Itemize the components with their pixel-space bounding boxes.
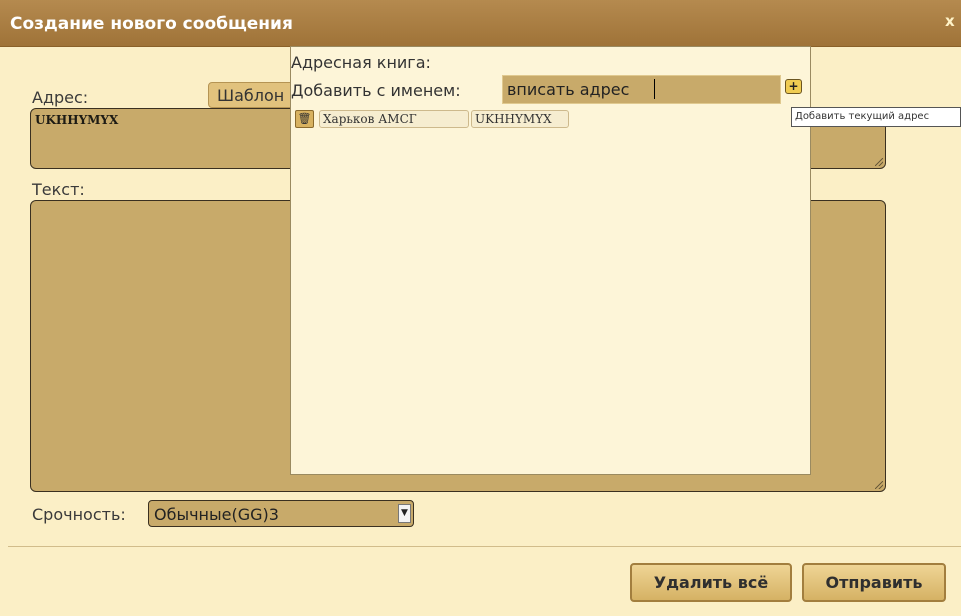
text-caret: [654, 79, 655, 99]
address-book-title: Адресная книга:: [291, 53, 431, 72]
contact-name-input-value: вписать адрес: [507, 80, 630, 99]
chevron-down-icon[interactable]: ▼: [398, 504, 411, 523]
address-field-value: UKHHYMYX: [35, 113, 119, 127]
text-label: Текст:: [32, 180, 85, 199]
delete-all-button[interactable]: Удалить всё: [630, 563, 792, 602]
entry-address[interactable]: UKHHYMYX: [471, 110, 569, 128]
urgency-select[interactable]: Обычные(GG)3 ▼: [148, 500, 414, 527]
footer-divider: [8, 546, 961, 547]
urgency-selected-value: Обычные(GG)3: [154, 505, 279, 524]
send-button[interactable]: Отправить: [802, 563, 946, 602]
address-book-popup: Адресная книга: Добавить с именем: вписа…: [290, 46, 811, 475]
close-icon[interactable]: x: [945, 12, 955, 30]
address-label: Адрес:: [32, 88, 89, 107]
trash-icon[interactable]: 🗑: [295, 110, 314, 128]
template-button[interactable]: Шаблон: [208, 82, 298, 108]
contact-name-input[interactable]: вписать адрес: [502, 75, 781, 104]
resize-handle-icon[interactable]: [875, 481, 883, 489]
title-bar: Создание нового сообщения x: [0, 0, 961, 47]
add-contact-button[interactable]: +: [785, 79, 802, 94]
urgency-label: Срочность:: [32, 505, 126, 524]
add-contact-tooltip: Добавить текущий адрес: [791, 107, 961, 127]
entry-name[interactable]: Харьков АМСГ: [319, 110, 469, 128]
window-title: Создание нового сообщения: [10, 14, 293, 34]
add-with-name-label: Добавить с именем:: [291, 81, 461, 100]
resize-handle-icon[interactable]: [875, 158, 883, 166]
